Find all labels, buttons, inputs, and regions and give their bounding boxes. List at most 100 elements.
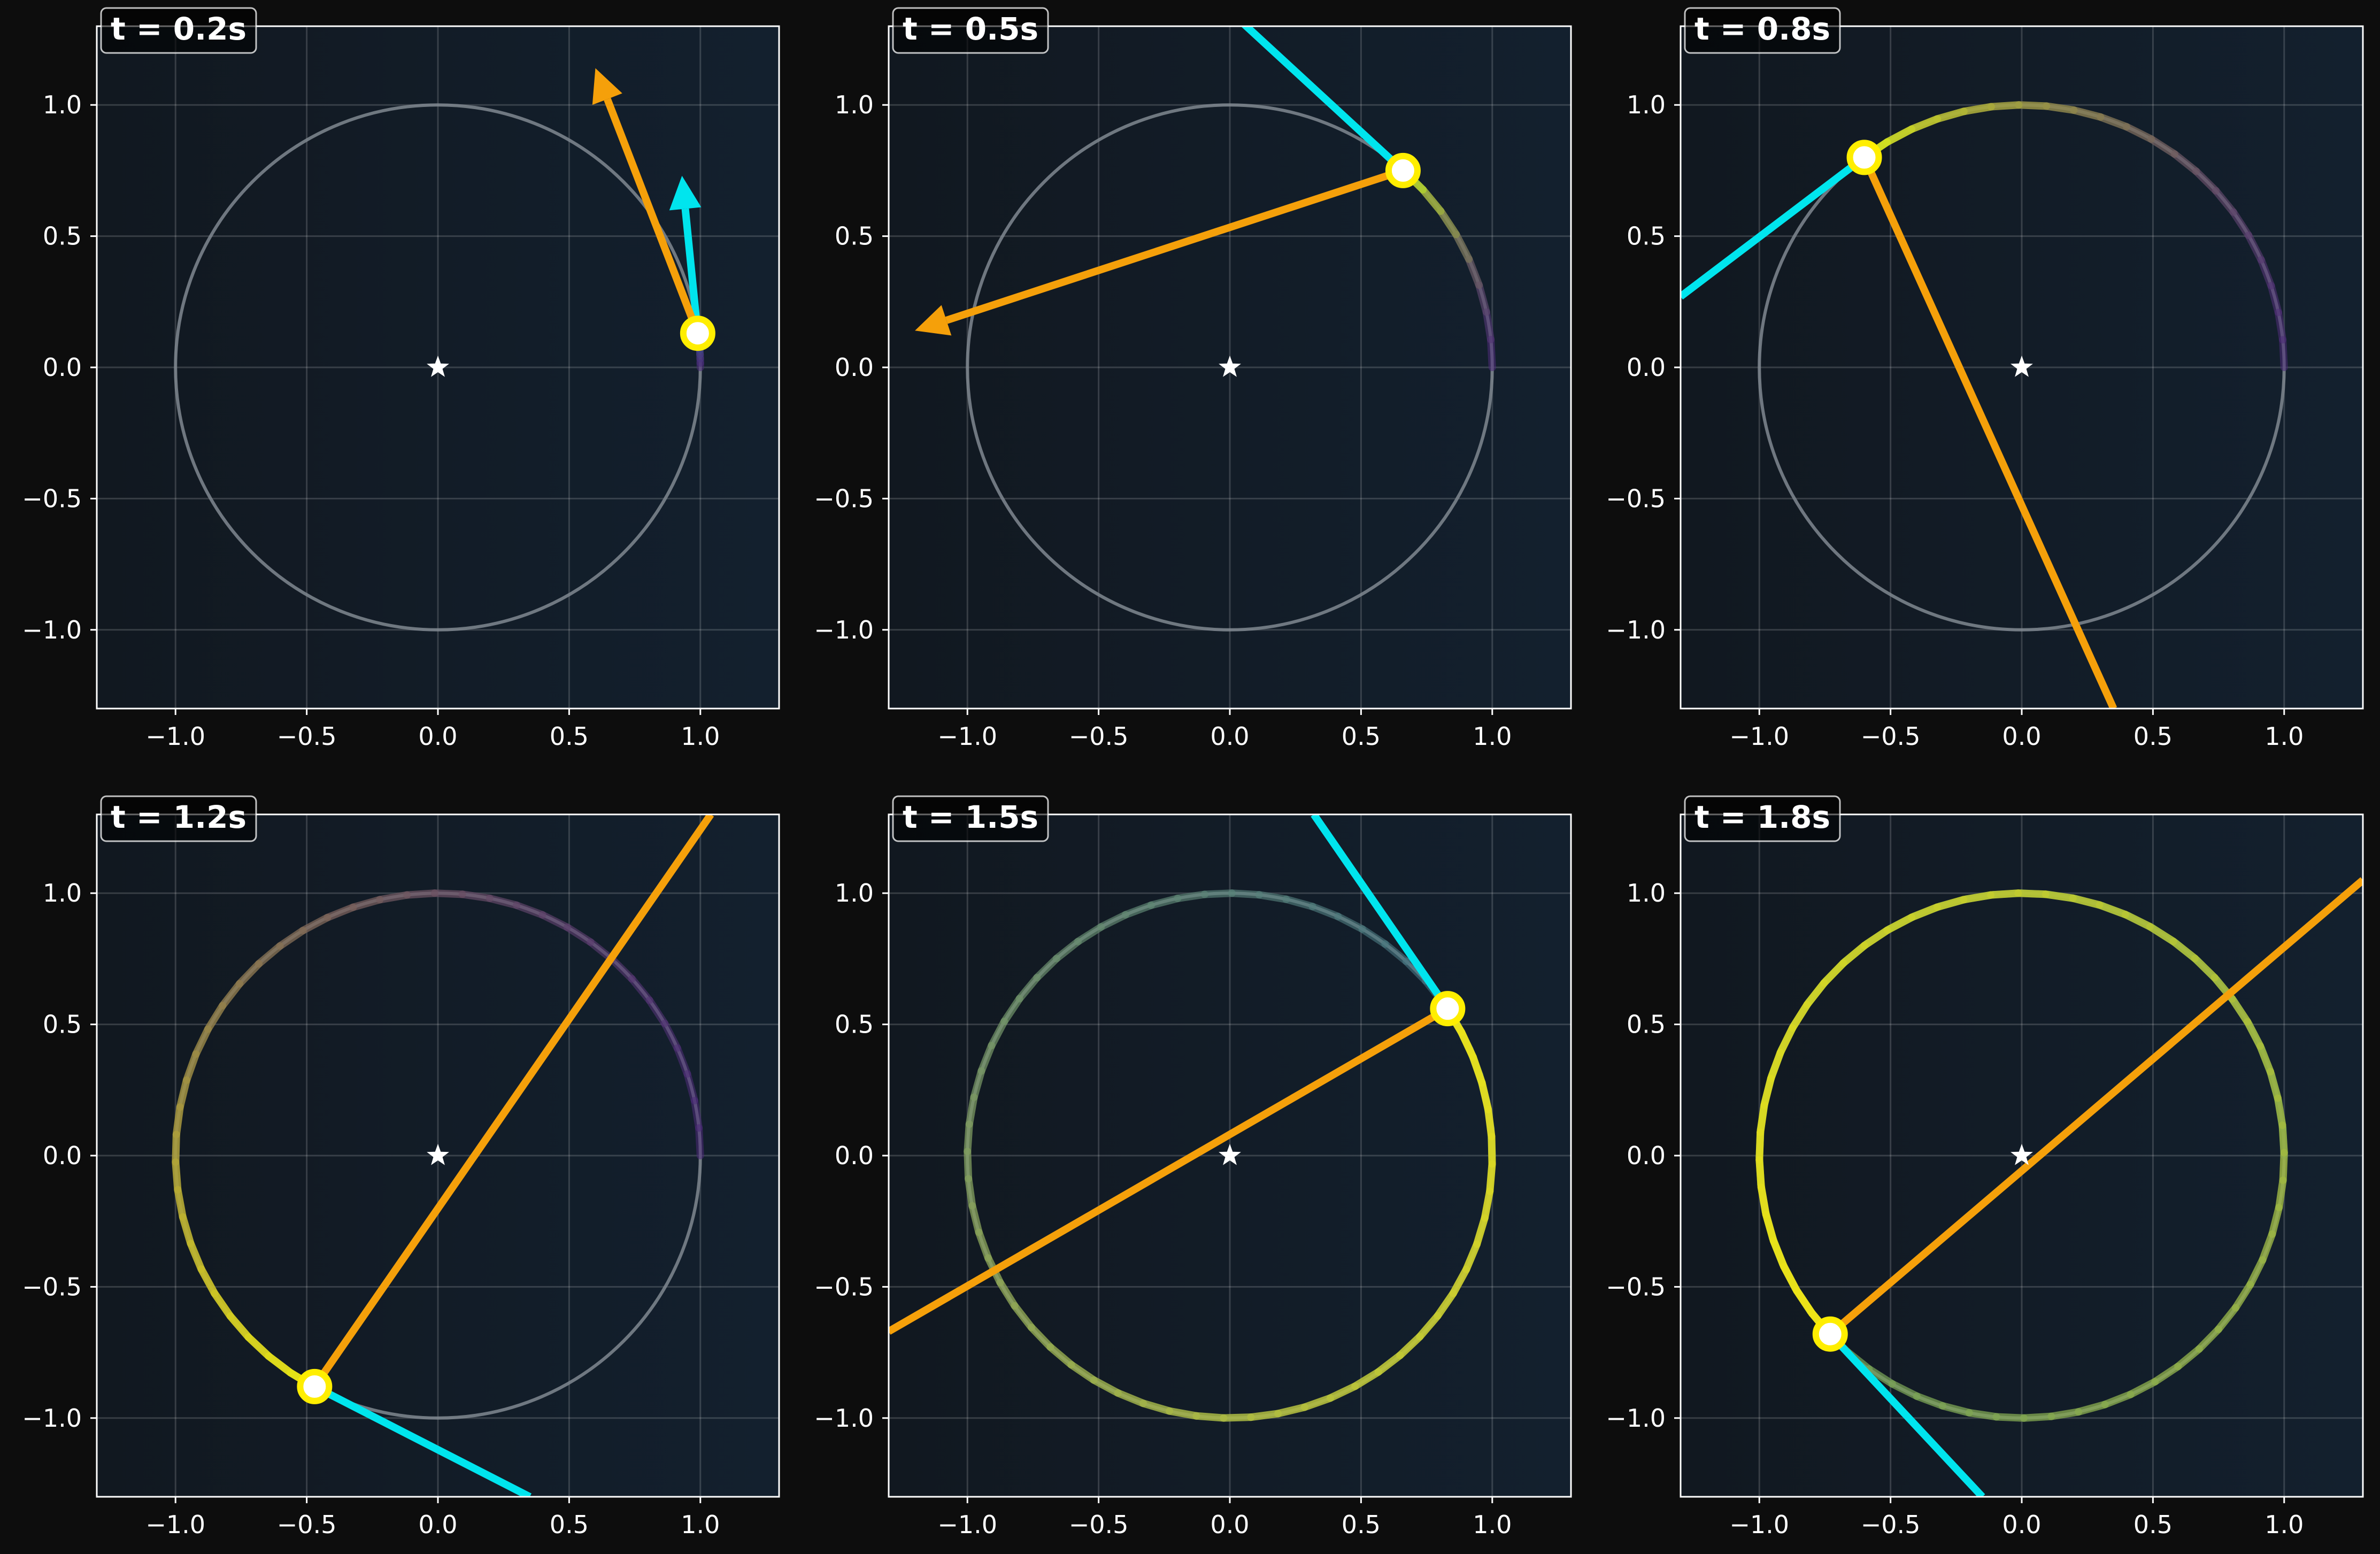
trail-segment: [2279, 336, 2288, 371]
x-tick-label: −1.0: [145, 1510, 205, 1539]
x-tick-label: −0.5: [277, 722, 337, 751]
y-tick-label: −0.5: [1606, 1272, 1666, 1301]
trail-segment: [1488, 1133, 1496, 1168]
x-tick-label: −0.5: [277, 1510, 337, 1539]
x-tick-label: 1.0: [2265, 1510, 2304, 1539]
trail-segment: [1200, 889, 1236, 898]
x-tick-label: 0.5: [1342, 1510, 1381, 1539]
y-tick-label: 1.0: [1627, 879, 1666, 907]
trail-segment: [458, 890, 494, 902]
trail-segment: [1220, 1413, 1255, 1422]
trail-segment: [2015, 101, 2051, 110]
y-tick-label: 0.0: [43, 1141, 82, 1170]
trail-segment: [1174, 890, 1208, 903]
trail-segment: [172, 1158, 182, 1194]
x-tick-label: 0.0: [1210, 722, 1249, 751]
trail-segment: [1482, 308, 1495, 343]
trail-segment: [1247, 1410, 1282, 1421]
panel-title: t = 0.8s: [1695, 11, 1830, 47]
x-tick-label: 0.0: [418, 1510, 457, 1539]
panel-title-box: t = 0.2s: [100, 7, 257, 54]
y-tick-label: 0.5: [1627, 1010, 1666, 1039]
y-tick-label: 0.0: [835, 353, 874, 382]
y-tick-label: 0.5: [835, 222, 874, 251]
panel-6: −1.0 −1.0 −0.5 −0.5 0.0 0.0 0.5 0.5 1.0 1.0 t = 1.…: [1606, 795, 2364, 1539]
x-tick-label: −0.5: [1861, 722, 1921, 751]
trail-segment: [172, 1103, 184, 1138]
trail-segment: [2278, 1121, 2288, 1157]
y-tick-label: 0.5: [43, 1010, 82, 1039]
trail-segment: [2279, 1149, 2288, 1184]
y-tick-label: 1.0: [43, 90, 82, 119]
panel-title-box: t = 1.5s: [892, 795, 1049, 842]
x-tick-label: 1.0: [1473, 722, 1512, 751]
x-tick-label: 1.0: [2265, 722, 2304, 751]
trail-segment: [2275, 1176, 2287, 1212]
figure-canvas: −1.0 −1.0 −0.5 −0.5 0.0 0.0 0.5 0.5 1.0 1.0 t = 0.…: [0, 0, 2380, 1554]
trail-segment: [1484, 1105, 1496, 1141]
trail-segment: [1960, 891, 1995, 904]
trail-segment: [1487, 335, 1496, 371]
panel-title: t = 0.5s: [903, 11, 1038, 47]
trail-segment: [1987, 889, 2022, 899]
x-tick-label: −1.0: [937, 1510, 997, 1539]
x-tick-label: 0.0: [1210, 1510, 1249, 1539]
x-tick-label: 0.0: [418, 722, 457, 751]
x-tick-label: 1.0: [1473, 1510, 1512, 1539]
y-tick-label: 0.5: [1627, 222, 1666, 251]
moving-point: [297, 1368, 333, 1404]
x-tick-label: −0.5: [1069, 1510, 1129, 1539]
x-tick-label: −1.0: [1729, 722, 1789, 751]
x-tick-label: 0.5: [550, 722, 589, 751]
trail-segment: [1965, 1409, 2000, 1421]
trail-segment: [2020, 1412, 2055, 1422]
x-tick-label: 0.5: [550, 1510, 589, 1539]
trail-segment: [172, 1130, 180, 1166]
trail-segment: [2042, 890, 2077, 902]
y-tick-label: −1.0: [814, 616, 874, 644]
panel-title-box: t = 1.2s: [100, 795, 257, 842]
trail-segment: [1192, 1412, 1228, 1422]
y-tick-label: 1.0: [43, 879, 82, 907]
y-tick-label: 1.0: [1627, 90, 1666, 119]
y-tick-label: 0.0: [43, 353, 82, 382]
x-tick-label: −1.0: [937, 722, 997, 751]
trail-segment: [964, 1148, 973, 1183]
y-tick-label: −1.0: [22, 616, 82, 644]
panel-title-box: t = 0.5s: [892, 7, 1049, 54]
trail-segment: [695, 1124, 704, 1159]
trail-segment: [403, 889, 438, 899]
trail-segment: [1255, 891, 1290, 903]
x-tick-label: 1.0: [681, 1510, 720, 1539]
y-tick-label: 0.0: [1627, 1141, 1666, 1170]
trail-segment: [174, 1186, 187, 1221]
trail-segment: [2047, 1408, 2083, 1420]
trail-segment: [1992, 1413, 2028, 1422]
trail-segment: [1755, 1128, 1765, 1164]
trail-segment: [1755, 1156, 1765, 1191]
x-tick-label: −1.0: [145, 722, 205, 751]
trail-segment: [2274, 309, 2287, 344]
y-tick-label: −1.0: [1606, 1404, 1666, 1433]
trail-segment: [1960, 103, 1995, 116]
panel-title: t = 1.8s: [1695, 799, 1830, 835]
y-tick-label: 0.5: [835, 1010, 874, 1039]
panel-title-box: t = 1.8s: [1684, 795, 1841, 842]
panel-1: −1.0 −1.0 −0.5 −0.5 0.0 0.0 0.5 0.5 1.0 1.0 t = 0.…: [22, 7, 780, 751]
x-tick-label: −1.0: [1729, 1510, 1789, 1539]
trail-segment: [965, 1175, 976, 1210]
moving-point: [1430, 991, 1466, 1027]
panel-title: t = 1.2s: [111, 799, 247, 835]
y-tick-label: −0.5: [814, 484, 874, 513]
trail-segment: [376, 891, 411, 904]
trail-segment: [1228, 889, 1263, 899]
x-tick-label: −0.5: [1861, 1510, 1921, 1539]
trail-segment: [1987, 101, 2023, 111]
x-tick-label: −0.5: [1069, 722, 1129, 751]
trail-segment: [1486, 1160, 1496, 1195]
x-tick-label: 0.5: [2133, 1510, 2173, 1539]
moving-point: [680, 316, 715, 351]
y-tick-label: 0.5: [43, 222, 82, 251]
x-tick-label: 0.0: [2002, 1510, 2041, 1539]
panel-2: −1.0 −1.0 −0.5 −0.5 0.0 0.0 0.5 0.5 1.0 1.0 t = 0.…: [814, 7, 1572, 751]
